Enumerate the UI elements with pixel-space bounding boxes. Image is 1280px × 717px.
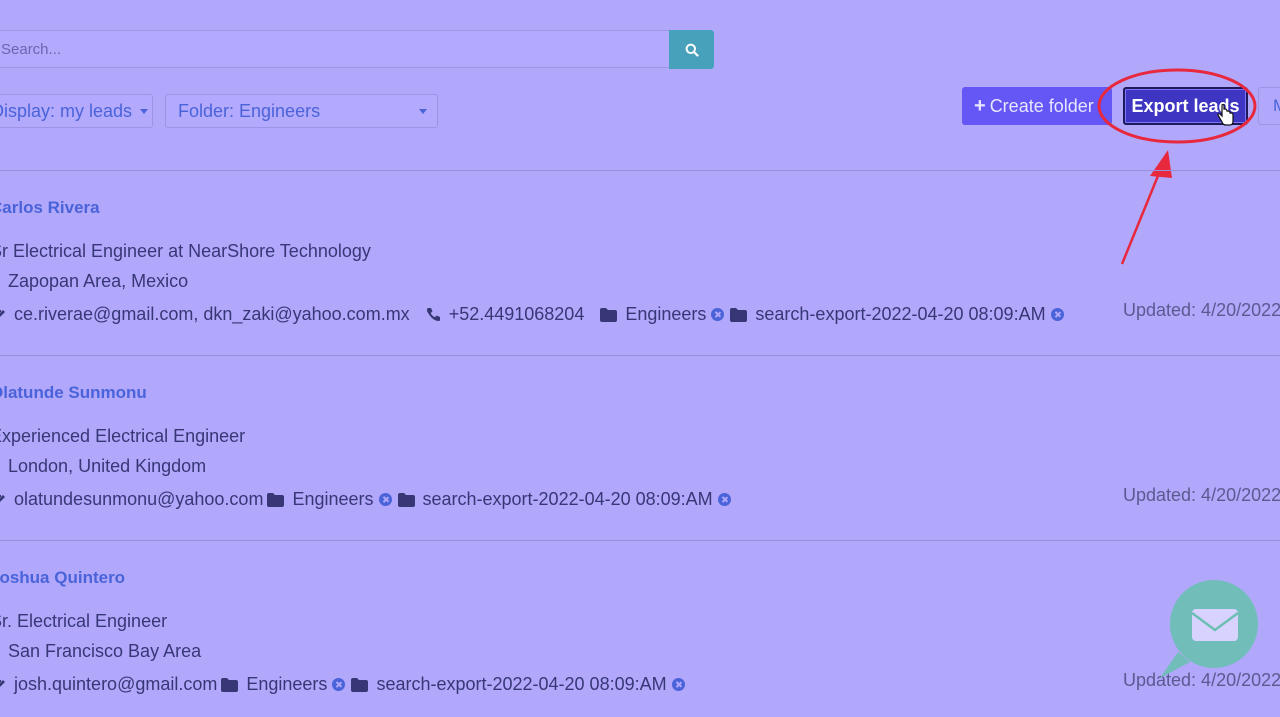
lead-emails[interactable]: olatundesunmonu@yahoo.com (14, 489, 263, 510)
lead-updated: Updated: 4/20/2022 (1123, 300, 1280, 320)
folder-icon (600, 307, 618, 322)
lead-phone[interactable]: +52.4491068204 (449, 304, 585, 325)
close-circle-icon[interactable] (1050, 308, 1064, 321)
folder-tag[interactable]: search-export-2022-04-20 08:09:AM (423, 489, 713, 510)
search-button[interactable] (669, 30, 714, 69)
folder-dropdown-label: Folder: Engineers (178, 100, 321, 121)
display-dropdown[interactable]: Display: my leads (0, 94, 153, 128)
folder-icon (267, 492, 285, 507)
search-input[interactable] (0, 30, 670, 68)
create-folder-button[interactable]: + Create folder (962, 87, 1112, 125)
annotation-arrowhead (1150, 150, 1172, 178)
lead-emails[interactable]: ce.riverae@gmail.com, dkn_zaki@yahoo.com… (14, 304, 410, 325)
chat-bubble-button[interactable] (1156, 580, 1260, 684)
folder-tag[interactable]: search-export-2022-04-20 08:09:AM (376, 674, 666, 695)
close-circle-icon[interactable] (717, 493, 731, 506)
hand-pointer-icon (1217, 104, 1234, 126)
lead-title: Sr. Electrical Engineer (0, 611, 168, 631)
envelope-icon (0, 678, 6, 692)
lead-updated: Updated: 4/20/2022 (1123, 485, 1280, 505)
folder-icon (351, 677, 369, 692)
display-dropdown-label: Display: my leads (0, 100, 133, 121)
chevron-down-icon (140, 108, 149, 114)
lead-name-link[interactable]: Joshua Quintero (0, 568, 125, 588)
close-circle-icon[interactable] (378, 493, 392, 506)
folder-icon (221, 677, 239, 692)
divider (0, 355, 1280, 356)
app-page: Display: my leads Folder: Engineers + Cr… (0, 0, 1280, 717)
lead-location-text: San Francisco Bay Area (8, 641, 202, 661)
plus-icon: + (974, 94, 986, 117)
lead-name-link[interactable]: Olatunde Sunmonu (0, 383, 147, 403)
folder-tag[interactable]: Engineers (292, 489, 373, 510)
folder-tag[interactable]: Engineers (625, 304, 706, 325)
create-folder-label: Create folder (989, 95, 1094, 116)
annotation-arrow (1120, 165, 1164, 265)
lead-meta: ce.riverae@gmail.com, dkn_zaki@yahoo.com… (0, 304, 1070, 325)
lead-location: London, United Kingdom (0, 456, 206, 477)
close-circle-icon[interactable] (332, 678, 346, 691)
lead-location-text: Zapopan Area, Mexico (8, 271, 189, 291)
search-icon (685, 43, 699, 57)
lead-location-text: London, United Kingdom (8, 456, 207, 476)
lead-location: San Francisco Bay Area (0, 641, 201, 662)
folder-tag[interactable]: Engineers (246, 674, 327, 695)
folder-dropdown[interactable]: Folder: Engineers (165, 94, 438, 128)
chevron-down-icon (419, 108, 427, 114)
lead-title: Experienced Electrical Engineer (0, 426, 246, 446)
lead-title: Sr Electrical Engineer at NearShore Tech… (0, 241, 371, 261)
phone-icon (426, 307, 441, 322)
divider (0, 540, 1280, 541)
lead-emails[interactable]: josh.quintero@gmail.com (14, 674, 217, 695)
folder-icon (730, 307, 748, 322)
more-button-label: M (1273, 96, 1280, 115)
divider (0, 170, 1280, 171)
envelope-icon (0, 308, 6, 322)
lead-meta: olatundesunmonu@yahoo.com Engineers sear… (0, 489, 737, 510)
close-circle-icon[interactable] (711, 308, 725, 321)
close-circle-icon[interactable] (671, 678, 685, 691)
lead-location: Zapopan Area, Mexico (0, 271, 188, 292)
folder-icon (397, 492, 415, 507)
folder-tag[interactable]: search-export-2022-04-20 08:09:AM (755, 304, 1045, 325)
mail-icon (1191, 609, 1239, 641)
lead-name-link[interactable]: Carlos Rivera (0, 198, 100, 218)
envelope-icon (0, 493, 6, 507)
lead-meta: josh.quintero@gmail.com Engineers search… (0, 674, 691, 695)
more-button[interactable]: M (1258, 87, 1280, 125)
